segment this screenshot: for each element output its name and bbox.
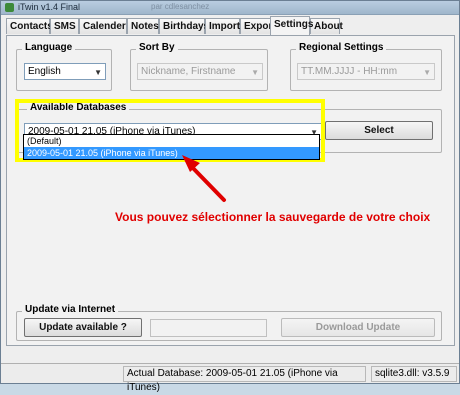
tab-import[interactable]: Import	[205, 18, 240, 34]
language-value: English	[28, 66, 61, 77]
status-bar: Actual Database: 2009-05-01 21.05 (iPhon…	[1, 363, 459, 393]
tab-calender[interactable]: Calender	[79, 18, 127, 34]
app-icon	[5, 3, 14, 12]
status-sqlite: sqlite3.dll: v3.5.9	[371, 366, 457, 382]
update-status-field	[150, 319, 267, 337]
database-option-iphone[interactable]: 2009-05-01 21.05 (iPhone via iTunes)	[24, 147, 319, 159]
language-select[interactable]: English ▼	[24, 63, 106, 80]
title-bar: iTwin v1.4 Final par cdlesanchez	[1, 1, 459, 15]
tab-about[interactable]: About	[310, 18, 343, 34]
sort-by-group: Sort By Nickname, Firstname ▼	[130, 42, 268, 91]
tab-sms[interactable]: SMS	[50, 18, 79, 34]
regional-settings-label: Regional Settings	[296, 42, 387, 53]
database-dropdown-list[interactable]: (Default) 2009-05-01 21.05 (iPhone via i…	[23, 134, 320, 160]
update-label: Update via Internet	[22, 304, 119, 315]
update-available-button[interactable]: Update available ?	[24, 318, 142, 337]
tab-notes[interactable]: Notes	[127, 18, 159, 34]
download-update-button[interactable]: Download Update	[281, 318, 435, 337]
tab-export[interactable]: Export	[240, 18, 276, 34]
dropdown-arrow-icon: ▼	[94, 68, 102, 77]
regional-settings-value: TT.MM.JJJJ - HH:mm	[301, 66, 398, 77]
language-group: Language English ▼	[16, 42, 112, 91]
red-arrow-icon	[182, 155, 226, 202]
faded-title-text: par cdlesanchez	[151, 2, 210, 11]
tab-birthdays[interactable]: Birthdays	[159, 18, 209, 34]
regional-settings-group: Regional Settings TT.MM.JJJJ - HH:mm ▼	[290, 42, 442, 91]
database-option-default[interactable]: (Default)	[24, 135, 319, 147]
regional-settings-select[interactable]: TT.MM.JJJJ - HH:mm ▼	[297, 63, 435, 80]
window-title: iTwin v1.4 Final	[18, 2, 81, 12]
tab-settings[interactable]: Settings	[270, 16, 313, 35]
sort-by-label: Sort By	[136, 42, 178, 53]
dropdown-arrow-icon: ▼	[423, 68, 431, 77]
sort-by-select[interactable]: Nickname, Firstname ▼	[137, 63, 263, 80]
app-window: iTwin v1.4 Final par cdlesanchez Contact…	[0, 0, 460, 393]
tab-bar: Contacts SMS Calender Notes Birthdays Im…	[6, 16, 456, 35]
annotation-text: Vous pouvez sélectionner la sauvegarde d…	[115, 210, 431, 224]
update-group: Update via Internet Update available ? D…	[16, 304, 442, 341]
tab-contacts[interactable]: Contacts	[6, 18, 53, 34]
status-database: Actual Database: 2009-05-01 21.05 (iPhon…	[123, 366, 366, 393]
language-label: Language	[22, 42, 76, 53]
select-button[interactable]: Select	[325, 121, 433, 140]
sort-by-value: Nickname, Firstname	[141, 66, 236, 77]
dropdown-arrow-icon: ▼	[251, 68, 259, 77]
